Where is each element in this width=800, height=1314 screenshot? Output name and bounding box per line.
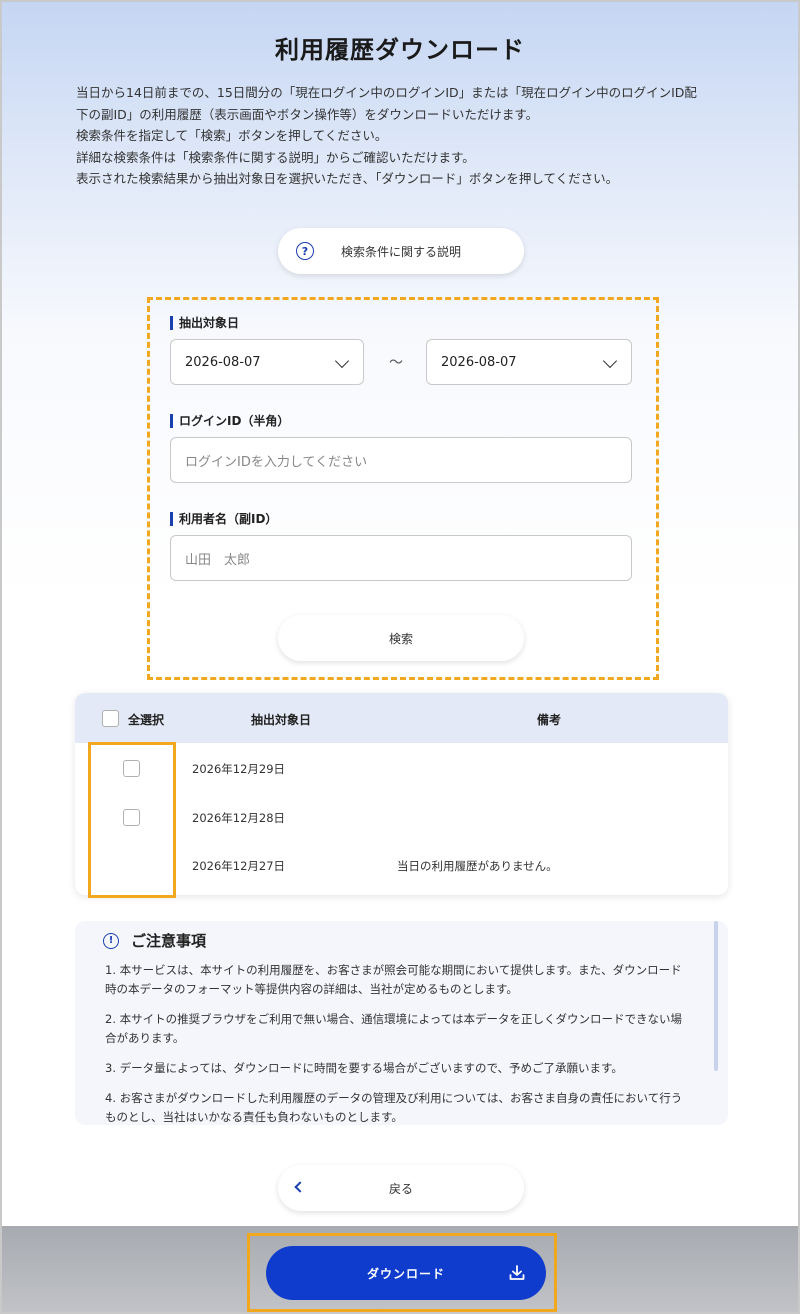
table-header: 全選択 抽出対象日 備考 <box>75 693 728 743</box>
row-date: 2026年12月29日 <box>192 762 286 776</box>
intro-line: 詳細な検索条件は「検索条件に関する説明」からご確認いただけます。 <box>76 149 475 165</box>
chevron-down-icon <box>602 353 618 369</box>
intro-text: 当日から14日前までの、15日間分の「現在ログイン中のログインID」または「現在… <box>76 82 736 190</box>
intro-line: 当日から14日前までの、15日間分の「現在ログイン中のログインID」または「現在… <box>76 85 697 100</box>
notice-item: 2. 本サイトの推奨ブラウザをご利用で無い場合、通信環境によっては本データを正し… <box>105 1012 682 1045</box>
back-button-label: 戻る <box>388 1181 413 1196</box>
date-from-value: 2026-08-07 <box>185 354 261 370</box>
login-id-placeholder: ログインIDを入力してください <box>185 454 368 470</box>
column-header-date: 抽出対象日 <box>251 713 312 727</box>
user-name-input[interactable]: 山田 太郎 <box>170 535 632 581</box>
notice-item: 3. データ量によっては、ダウンロードに時間を要する場合がございますので、予めご… <box>105 1061 623 1075</box>
column-header-note: 備考 <box>537 713 562 727</box>
user-name-label: 利用者名（副ID） <box>170 512 277 526</box>
search-help-label: 検索条件に関する説明 <box>340 244 461 259</box>
chevron-left-icon <box>294 1181 306 1193</box>
date-from-select[interactable]: 2026-08-07 <box>170 339 364 385</box>
notice-title: ! ご注意事項 <box>103 931 206 951</box>
notice-list: 1. 本サービスは、本サイトの利用履歴を、お客さまが照会可能な期間において提供し… <box>105 961 690 1125</box>
date-range-separator: ～ <box>389 355 403 371</box>
notice-title-text: ご注意事項 <box>131 932 207 950</box>
intro-line: 表示された検索結果から抽出対象日を選択いただき、「ダウンロード」ボタンを押してく… <box>76 171 619 186</box>
info-icon: ! <box>103 933 119 949</box>
select-all-checkbox[interactable] <box>102 710 119 727</box>
search-button-label: 検索 <box>388 631 413 646</box>
login-id-label: ログインID（半角） <box>170 414 289 428</box>
download-icon <box>509 1265 525 1280</box>
user-name-placeholder: 山田 太郎 <box>185 552 251 568</box>
download-button[interactable]: ダウンロード <box>266 1246 546 1300</box>
notice-panel: ! ご注意事項 1. 本サービスは、本サイトの利用履歴を、お客さまが照会可能な期… <box>75 921 728 1125</box>
notice-item: 1. 本サービスは、本サイトの利用履歴を、お客さまが照会可能な期間において提供し… <box>105 963 682 996</box>
intro-line: 下の副ID」の利用履歴（表示画面やボタン操作等）をダウンロードいただけます。 <box>76 106 539 122</box>
intro-line: 検索条件を指定して「検索」ボタンを押してください。 <box>76 128 388 143</box>
download-button-label: ダウンロード <box>366 1266 445 1281</box>
login-id-input[interactable]: ログインIDを入力してください <box>170 437 632 483</box>
chevron-down-icon <box>334 353 350 369</box>
notice-item: 4. お客さまがダウンロードした利用履歴のデータの管理及び利用については、お客さ… <box>105 1091 683 1124</box>
select-all-label: 全選択 <box>128 713 165 727</box>
row-date: 2026年12月27日 <box>192 859 286 873</box>
back-button[interactable]: 戻る <box>278 1165 524 1211</box>
page-title: 利用履歴ダウンロード <box>275 36 525 64</box>
checkbox-column-highlight <box>88 742 176 898</box>
question-circle-icon: ? <box>296 242 314 260</box>
search-button[interactable]: 検索 <box>278 615 524 661</box>
page: 利用履歴ダウンロード 当日から14日前までの、15日間分の「現在ログイン中のログ… <box>0 0 800 1314</box>
date-to-value: 2026-08-07 <box>441 354 517 370</box>
row-note: 当日の利用履歴がありません。 <box>397 859 558 873</box>
notice-scrollbar[interactable] <box>714 921 718 1071</box>
row-date: 2026年12月28日 <box>192 811 286 825</box>
date-range-label: 抽出対象日 <box>170 316 239 330</box>
search-help-button[interactable]: ? 検索条件に関する説明 <box>278 228 524 274</box>
date-to-select[interactable]: 2026-08-07 <box>426 339 632 385</box>
